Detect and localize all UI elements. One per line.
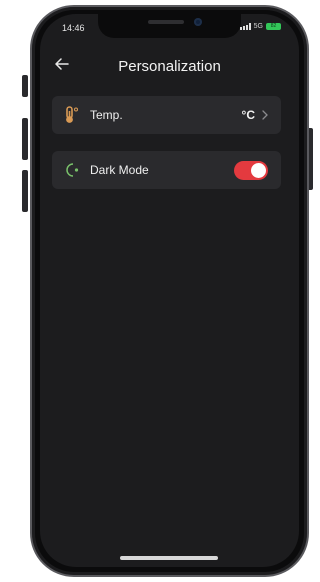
moon-icon: [66, 163, 79, 177]
page-title: Personalization: [118, 58, 221, 75]
network-type: 5G: [253, 23, 263, 30]
speaker: [148, 20, 184, 24]
temp-unit-value: °C: [241, 108, 255, 122]
dark-mode-label: Dark Mode: [90, 163, 149, 177]
dark-mode-setting-row: Dark Mode: [52, 151, 281, 189]
chevron-right-icon: [262, 110, 268, 120]
thermometer-icon: [66, 106, 78, 123]
phone-screen: 14:46 5G 82 Personalization Temp. °C Dar…: [40, 14, 299, 567]
temp-setting-row[interactable]: Temp. °C: [52, 96, 281, 134]
front-camera: [194, 18, 202, 26]
silent-switch: [22, 75, 28, 97]
volume-down-button: [22, 170, 28, 212]
status-indicators: 5G 82: [239, 23, 281, 30]
notch: [98, 14, 241, 38]
status-time: 14:46: [62, 23, 85, 33]
dark-mode-toggle[interactable]: [234, 161, 268, 180]
toggle-knob: [251, 163, 266, 178]
volume-up-button: [22, 118, 28, 160]
temp-label: Temp.: [90, 108, 123, 122]
signal-icon: [239, 23, 251, 30]
nav-bar: Personalization: [40, 52, 299, 80]
home-indicator[interactable]: [120, 556, 218, 560]
battery-icon: 82: [266, 23, 281, 30]
